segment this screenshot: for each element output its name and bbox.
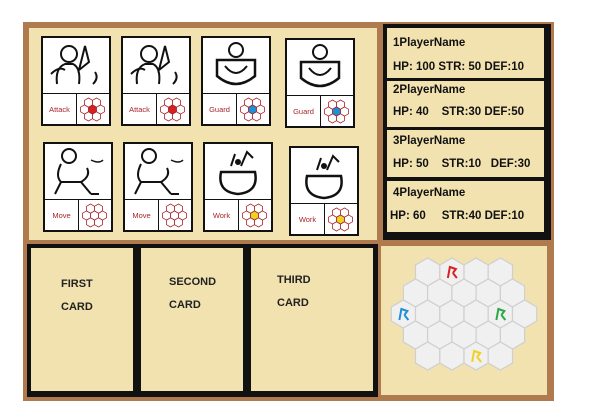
player-card: 4PlayerName HP: 60 STR:40 DEF:10 [387, 181, 544, 232]
work-pot-icon [219, 150, 257, 196]
player-stats: HP: 100 STR: 50 DEF:10 [393, 61, 525, 73]
hex-cell [254, 203, 263, 214]
card-label: Guard [203, 94, 237, 125]
hex-range-icon [328, 207, 353, 232]
hex-range-icon [240, 97, 265, 122]
card-label: Move [125, 200, 159, 231]
hex-cell [244, 97, 253, 108]
action-card[interactable]: Attack [41, 36, 111, 126]
card-label: Guard [287, 96, 321, 127]
attack-figure-icon [50, 45, 98, 85]
hex-cell [84, 111, 93, 122]
action-card[interactable]: Move [123, 142, 193, 232]
player-card: 2PlayerName HP: 40 STR:30 DEF:50 [387, 81, 544, 127]
attack-figure-icon [130, 45, 178, 85]
hex-cell [94, 203, 103, 214]
slot-label: CARD [169, 299, 201, 311]
player-name: 1PlayerName [393, 37, 466, 49]
hex-cell [252, 97, 261, 108]
hex-cell [86, 217, 95, 228]
slot-label: CARD [277, 297, 309, 309]
player-card: 3PlayerName HP: 50 STR:10 DEF:30 [387, 130, 544, 177]
hex-cell [254, 217, 263, 228]
card-label: Move [45, 200, 79, 231]
slot-label: CARD [61, 301, 93, 313]
slot-label: THIRD [277, 274, 311, 286]
card-label: Attack [43, 94, 77, 125]
action-card[interactable]: Attack [121, 36, 191, 126]
hex-cell [332, 221, 341, 232]
player-name: 2PlayerName [393, 84, 466, 96]
hex-cell [328, 113, 337, 124]
hex-cell [164, 97, 173, 108]
hex-cell [92, 97, 101, 108]
card-label: Work [291, 204, 325, 235]
player-card: 1PlayerName HP: 100 STR: 50 DEF:10 [387, 28, 544, 78]
hex-cell [340, 207, 349, 218]
action-card[interactable]: Work [289, 146, 359, 236]
guard-figure-icon [215, 42, 257, 86]
player-stats-panel: 1PlayerName HP: 100 STR: 50 DEF:10 2Play… [383, 24, 551, 240]
card-slot-second[interactable]: SECOND CARD [141, 248, 243, 391]
slot-label: FIRST [61, 278, 93, 290]
hex-range-icon [324, 99, 349, 124]
player-stats: HP: 60 STR:40 DEF:10 [390, 210, 525, 222]
hex-cell [92, 111, 101, 122]
work-pot-icon [305, 154, 343, 200]
hex-cell [166, 203, 175, 214]
hex-cell [244, 111, 253, 122]
hex-cell [246, 217, 255, 228]
hex-cell [336, 113, 345, 124]
game-board: Attack Attack Guard Guard Move Move Work… [23, 22, 554, 401]
hex-range-icon [162, 203, 187, 228]
move-figure-icon [54, 148, 104, 195]
action-card[interactable]: Move [43, 142, 113, 232]
hex-cell [332, 207, 341, 218]
hex-range-icon [82, 203, 107, 228]
hex-cell [174, 203, 183, 214]
hex-cell [174, 217, 183, 228]
hex-cell [86, 203, 95, 214]
player-stats: HP: 40 STR:30 DEF:50 [393, 106, 525, 118]
hex-cell [336, 99, 345, 110]
action-card[interactable]: Guard [201, 36, 271, 126]
action-card[interactable]: Guard [285, 38, 355, 128]
card-label: Work [205, 200, 239, 231]
hex-map-area [381, 246, 547, 395]
action-card[interactable]: Work [203, 142, 273, 232]
slot-label: SECOND [169, 276, 217, 288]
player-stats: HP: 50 STR:10 DEF:30 [393, 158, 531, 170]
hex-map[interactable] [381, 246, 547, 395]
hex-range-icon [242, 203, 267, 228]
player-name: 3PlayerName [393, 135, 466, 147]
card-slots: FIRST CARD SECOND CARD THIRD CARD [27, 244, 378, 397]
hex-range-icon [80, 97, 105, 122]
hex-cell [340, 221, 349, 232]
card-slot-first[interactable]: FIRST CARD [31, 248, 133, 391]
hex-range-icon [160, 97, 185, 122]
hex-cell [328, 99, 337, 110]
move-figure-icon [134, 148, 184, 195]
player-name: 4PlayerName [393, 187, 466, 199]
hex-cell [94, 217, 103, 228]
hex-cell [252, 111, 261, 122]
hex-cell [164, 111, 173, 122]
guard-figure-icon [299, 44, 341, 88]
card-label: Attack [123, 94, 157, 125]
hex-cell [84, 97, 93, 108]
card-slot-third[interactable]: THIRD CARD [251, 248, 373, 391]
hex-cell [172, 97, 181, 108]
hex-cell [172, 111, 181, 122]
card-hand-area: Attack Attack Guard Guard Move Move Work… [29, 28, 377, 240]
hex-cell [166, 217, 175, 228]
hex-cell [246, 203, 255, 214]
